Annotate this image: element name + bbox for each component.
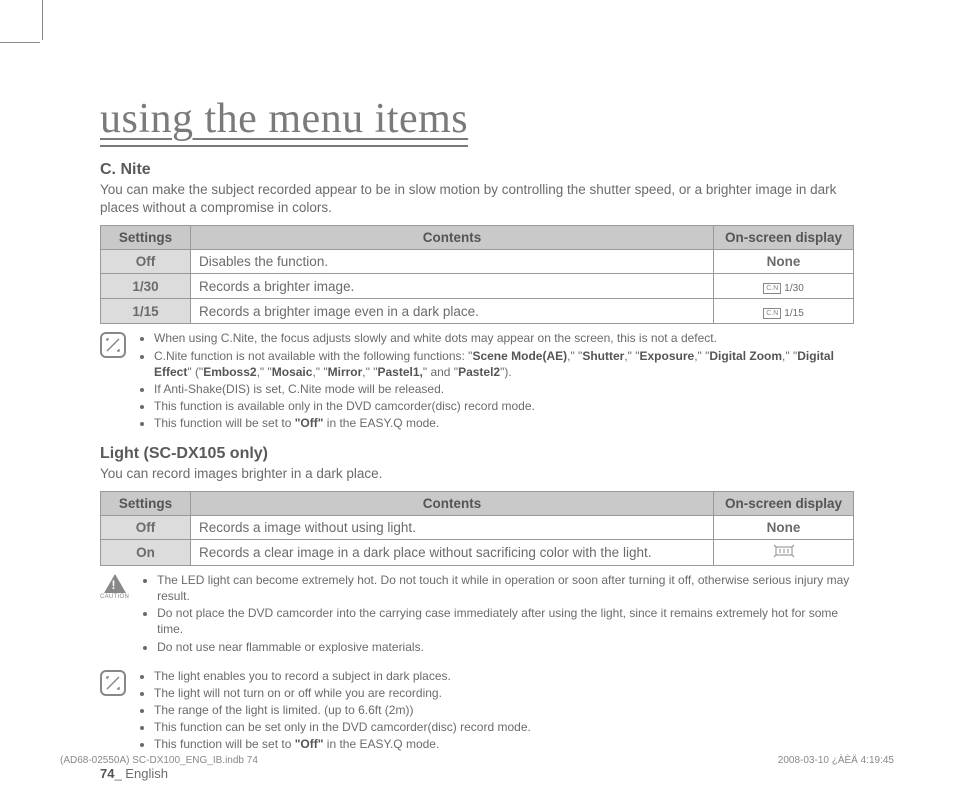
setting-display: C.N 1/15 [714, 299, 854, 324]
note-item: This function will be set to "Off" in th… [154, 736, 854, 752]
cnite-display-icon: C.N 1/15 [763, 308, 804, 319]
setting-display [714, 539, 854, 565]
footer-right: 2008-03-10 ¿ÀÈÄ 4:19:45 [778, 755, 894, 766]
page-number: 74_ English [100, 766, 854, 781]
light-on-icon [773, 546, 795, 561]
section-light-intro: You can record images brighter in a dark… [100, 465, 854, 483]
note-item: This function is available only in the D… [154, 398, 854, 414]
th-display: On-screen display [714, 491, 854, 515]
note-item: The range of the light is limited. (up t… [154, 702, 854, 718]
cnite-settings-table: Settings Contents On-screen display Off … [100, 225, 854, 324]
setting-label: Off [101, 250, 191, 274]
light-settings-table: Settings Contents On-screen display Off … [100, 491, 854, 566]
note-item: If Anti-Shake(DIS) is set, C.Nite mode w… [154, 381, 854, 397]
light-caution-block: CAUTION The LED light can become extreme… [100, 572, 854, 656]
setting-display: None [714, 250, 854, 274]
setting-content: Records a brighter image. [191, 274, 714, 299]
th-settings: Settings [101, 491, 191, 515]
note-item: The light will not turn on or off while … [154, 685, 854, 701]
note-item: C.Nite function is not available with th… [154, 348, 854, 380]
setting-content: Records a clear image in a dark place wi… [191, 539, 714, 565]
setting-label: 1/15 [101, 299, 191, 324]
caution-item: The LED light can become extremely hot. … [157, 572, 854, 604]
footer-left: (AD68-02550A) SC-DX100_ENG_IB.indb 74 [60, 755, 258, 766]
section-light-heading: Light (SC-DX105 only) [100, 445, 854, 463]
cn-badge: C.N [763, 283, 781, 294]
setting-label: Off [101, 515, 191, 539]
print-footer: (AD68-02550A) SC-DX100_ENG_IB.indb 74 20… [60, 755, 894, 766]
note-icon [100, 332, 126, 358]
th-settings: Settings [101, 226, 191, 250]
note-icon [100, 670, 126, 696]
caution-item: Do not use near flammable or explosive m… [157, 639, 854, 655]
setting-content: Disables the function. [191, 250, 714, 274]
note-item: This function can be set only in the DVD… [154, 719, 854, 735]
table-row: 1/15 Records a brighter image even in a … [101, 299, 854, 324]
setting-display: C.N 1/30 [714, 274, 854, 299]
caution-icon: CAUTION [100, 574, 129, 656]
cnite-notes-list: When using C.Nite, the focus adjusts slo… [136, 330, 854, 432]
table-row: Off Records a image without using light.… [101, 515, 854, 539]
setting-content: Records a image without using light. [191, 515, 714, 539]
table-row: 1/30 Records a brighter image. C.N 1/30 [101, 274, 854, 299]
section-cnite-intro: You can make the subject recorded appear… [100, 181, 854, 217]
setting-content: Records a brighter image even in a dark … [191, 299, 714, 324]
cn-badge: C.N [763, 308, 781, 319]
setting-label: 1/30 [101, 274, 191, 299]
table-row: Off Disables the function. None [101, 250, 854, 274]
light-notes-list: The light enables you to record a subjec… [136, 668, 854, 754]
th-display: On-screen display [714, 226, 854, 250]
th-contents: Contents [191, 226, 714, 250]
page-title: using the menu items [100, 95, 468, 147]
caution-item: Do not place the DVD camcorder into the … [157, 605, 854, 637]
page-content: using the menu items C. Nite You can mak… [0, 0, 954, 801]
cnite-notes-block: When using C.Nite, the focus adjusts slo… [100, 330, 854, 432]
note-item: This function will be set to "Off" in th… [154, 415, 854, 431]
note-item: The light enables you to record a subjec… [154, 668, 854, 684]
note-item: When using C.Nite, the focus adjusts slo… [154, 330, 854, 346]
th-contents: Contents [191, 491, 714, 515]
cnite-display-icon: C.N 1/30 [763, 283, 804, 294]
light-caution-list: The LED light can become extremely hot. … [139, 572, 854, 656]
section-cnite-heading: C. Nite [100, 161, 854, 179]
setting-display: None [714, 515, 854, 539]
setting-label: On [101, 539, 191, 565]
light-notes-block: The light enables you to record a subjec… [100, 668, 854, 754]
table-row: On Records a clear image in a dark place… [101, 539, 854, 565]
